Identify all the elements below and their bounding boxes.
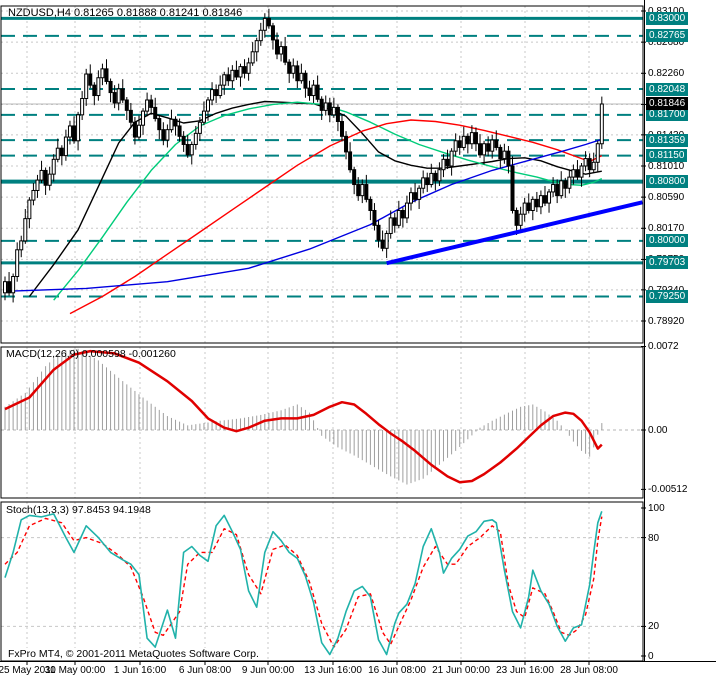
stochastic-indicator-label: Stoch(13,3,3) 97.8453 94.1948 xyxy=(6,504,151,516)
stoch-scale-label: 0 xyxy=(648,651,654,662)
trendline xyxy=(386,200,643,266)
price-axis-label: 0.80590 xyxy=(648,192,685,204)
level-price-label: 0.80000 xyxy=(646,234,689,248)
level-price-label: 0.81359 xyxy=(646,133,689,147)
level-price-label: 0.80800 xyxy=(646,175,689,189)
price-axis-label: 0.82260 xyxy=(648,68,685,80)
level-price-label: 0.79703 xyxy=(646,256,689,270)
price-axis-label: 0.78920 xyxy=(648,315,685,327)
macd-scale-label: -0.00512 xyxy=(648,484,688,496)
level-price-label: 0.79250 xyxy=(646,290,689,304)
stoch-scale-label: 20 xyxy=(648,621,660,633)
stoch-k-line xyxy=(4,511,603,656)
stoch-scale-label: 80 xyxy=(648,532,660,544)
time-axis-label: 28 Jun 08:00 xyxy=(560,665,618,676)
panel-borders xyxy=(0,0,716,665)
level-price-label: 0.81150 xyxy=(646,149,688,163)
macd-scale-label: 0.00 xyxy=(648,425,668,436)
chart-canvas[interactable] xyxy=(0,0,717,684)
stoch-scale-label: 100 xyxy=(648,503,665,514)
platform-copyright: FxPro MT4, © 2001-2011 MetaQuotes Softwa… xyxy=(6,648,261,660)
level-price-label: 0.83000 xyxy=(646,11,689,25)
ma-black xyxy=(28,100,602,297)
symbol-ohlc-title: NZDUSD,H4 0.81265 0.81888 0.81241 0.8184… xyxy=(8,7,243,19)
stoch-d-line xyxy=(4,516,603,648)
level-price-label: 0.82048 xyxy=(646,82,689,96)
current-price-label: 0.81846 xyxy=(646,97,689,111)
macd-scale-label: 0.0072 xyxy=(648,341,679,353)
mt4-chart-window: NZDUSD,H4 0.81265 0.81888 0.81241 0.8184… xyxy=(0,0,717,684)
level-price-label: 0.82765 xyxy=(646,29,689,43)
macd-indicator-label: MACD(12,26,9) 0.000598 -0.001260 xyxy=(6,348,176,360)
support-resistance-levels xyxy=(1,16,643,298)
price-axis-label: 0.80170 xyxy=(648,223,685,235)
